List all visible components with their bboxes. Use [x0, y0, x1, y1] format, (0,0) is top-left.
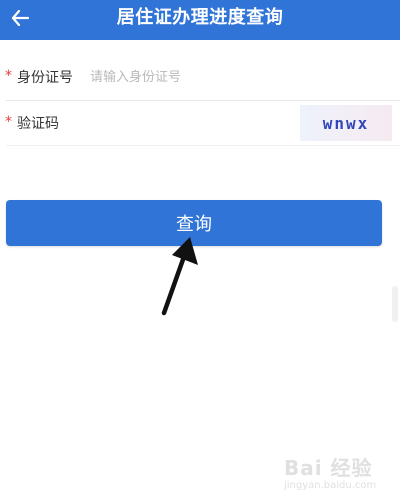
scrollbar[interactable]: [392, 286, 398, 322]
id-number-input[interactable]: [88, 64, 382, 90]
page-title: 居住证办理进度查询: [116, 7, 284, 28]
query-form: * 身份证号 * 验证码 wnwx 查询: [0, 40, 400, 502]
id-number-row: * 身份证号: [0, 56, 400, 100]
pointer-arrow-icon: [161, 237, 198, 316]
watermark-logo-text: Bai 经验: [284, 456, 373, 480]
app-header: 居住证办理进度查询: [0, 0, 400, 40]
watermark: Bai 经验 jingyan.baidu.com: [284, 452, 394, 498]
captcha-text: wnwx: [322, 113, 370, 133]
row-divider: [6, 145, 400, 146]
captcha-row: * 验证码 wnwx: [0, 102, 400, 146]
required-mark: *: [5, 114, 12, 130]
captcha-image[interactable]: wnwx: [300, 105, 392, 141]
watermark-url: jingyan.baidu.com: [284, 480, 377, 491]
captcha-label: 验证码: [17, 116, 59, 132]
row-divider: [6, 100, 400, 101]
required-mark: *: [5, 68, 12, 84]
id-number-label: 身份证号: [17, 70, 73, 86]
